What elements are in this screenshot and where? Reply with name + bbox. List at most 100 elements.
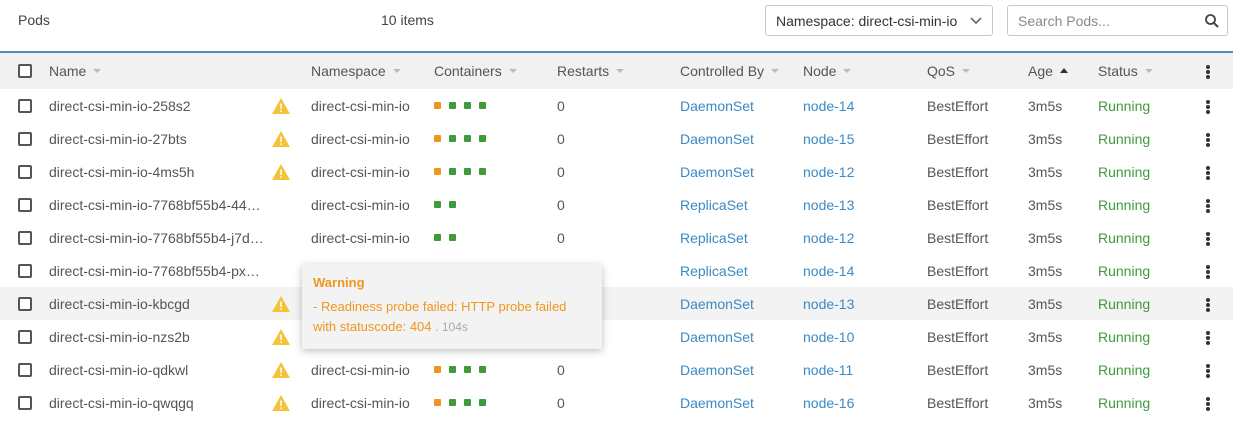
container-status-dot[interactable] <box>449 168 456 175</box>
container-status-dot[interactable] <box>449 399 456 406</box>
column-menu-icon[interactable] <box>1206 65 1210 79</box>
controlled-by-link[interactable]: DaemonSet <box>680 329 754 345</box>
container-status-dot[interactable] <box>464 135 471 142</box>
controlled-by-link[interactable]: DaemonSet <box>680 362 754 378</box>
search-box[interactable] <box>1007 5 1228 36</box>
node-link[interactable]: node-16 <box>803 395 854 411</box>
controlled-by-link[interactable]: DaemonSet <box>680 164 754 180</box>
node-link[interactable]: node-10 <box>803 329 854 345</box>
container-status-dot[interactable] <box>449 366 456 373</box>
row-menu-icon[interactable] <box>1206 364 1210 378</box>
row-checkbox[interactable] <box>18 132 32 146</box>
warning-icon[interactable] <box>271 295 291 313</box>
node-link[interactable]: node-15 <box>803 131 854 147</box>
container-status-dot[interactable] <box>479 366 486 373</box>
container-status-dot[interactable] <box>434 201 441 208</box>
search-icon[interactable] <box>1204 13 1220 29</box>
pod-name[interactable]: direct-csi-min-io-nzs2b <box>49 329 190 345</box>
column-header-namespace[interactable]: Namespace <box>311 63 401 79</box>
row-checkbox[interactable] <box>18 330 32 344</box>
warning-icon[interactable] <box>271 328 291 346</box>
node-link[interactable]: node-12 <box>803 230 854 246</box>
controlled-by-link[interactable]: DaemonSet <box>680 395 754 411</box>
container-status-dot[interactable] <box>464 102 471 109</box>
row-checkbox[interactable] <box>18 297 32 311</box>
namespace-select[interactable]: Namespace: direct-csi-min-io <box>765 5 993 36</box>
pod-name[interactable]: direct-csi-min-io-27bts <box>49 131 187 147</box>
column-header-controlled-by[interactable]: Controlled By <box>680 63 780 79</box>
table-row[interactable]: direct-csi-min-io-kbcgd DaemonSet node-13 B… <box>0 287 1233 320</box>
select-all-checkbox[interactable] <box>18 64 32 78</box>
pod-name[interactable]: direct-csi-min-io-7768bf55b4-j7d… <box>49 230 264 246</box>
column-header-node[interactable]: Node <box>803 63 852 79</box>
controlled-by-link[interactable]: DaemonSet <box>680 131 754 147</box>
row-menu-icon[interactable] <box>1206 100 1210 114</box>
column-header-containers[interactable]: Containers <box>434 63 517 79</box>
controlled-by-link[interactable]: ReplicaSet <box>680 230 748 246</box>
row-menu-icon[interactable] <box>1206 166 1210 180</box>
pod-name[interactable]: direct-csi-min-io-qwqgq <box>49 395 194 411</box>
pod-name[interactable]: direct-csi-min-io-7768bf55b4-px… <box>49 263 260 279</box>
warning-icon[interactable] <box>271 394 291 412</box>
container-status-dot[interactable] <box>464 399 471 406</box>
table-row[interactable]: direct-csi-min-io-qwqgq direct-csi-min-io… <box>0 386 1233 419</box>
container-status-dot[interactable] <box>434 168 441 175</box>
container-status-dot[interactable] <box>434 399 441 406</box>
row-checkbox[interactable] <box>18 165 32 179</box>
column-header-age[interactable]: Age <box>1028 63 1068 79</box>
row-checkbox[interactable] <box>18 198 32 212</box>
container-status-dot[interactable] <box>464 168 471 175</box>
container-status-dot[interactable] <box>479 135 486 142</box>
pod-name[interactable]: direct-csi-min-io-qdkwl <box>49 362 188 378</box>
table-row[interactable]: direct-csi-min-io-qdkwl direct-csi-min-io… <box>0 353 1233 386</box>
container-status-dot[interactable] <box>464 366 471 373</box>
controlled-by-link[interactable]: ReplicaSet <box>680 263 748 279</box>
container-status-dot[interactable] <box>479 168 486 175</box>
pod-name[interactable]: direct-csi-min-io-kbcgd <box>49 296 190 312</box>
node-link[interactable]: node-14 <box>803 98 854 114</box>
container-status-dot[interactable] <box>449 135 456 142</box>
warning-icon[interactable] <box>271 130 291 148</box>
container-status-dot[interactable] <box>434 234 441 241</box>
container-status-dot[interactable] <box>434 102 441 109</box>
container-status-dot[interactable] <box>434 366 441 373</box>
warning-icon[interactable] <box>271 163 291 181</box>
table-row[interactable]: direct-csi-min-io-7768bf55b4-px… ReplicaS… <box>0 254 1233 287</box>
column-header-restarts[interactable]: Restarts <box>557 63 625 79</box>
table-row[interactable]: direct-csi-min-io-4ms5h direct-csi-min-io… <box>0 155 1233 188</box>
row-menu-icon[interactable] <box>1206 298 1210 312</box>
table-row[interactable]: direct-csi-min-io-258s2 direct-csi-min-io… <box>0 89 1233 122</box>
row-menu-icon[interactable] <box>1206 232 1210 246</box>
pod-name[interactable]: direct-csi-min-io-4ms5h <box>49 164 194 180</box>
node-link[interactable]: node-13 <box>803 296 854 312</box>
node-link[interactable]: node-14 <box>803 263 854 279</box>
search-input[interactable] <box>1008 6 1198 35</box>
table-row[interactable]: direct-csi-min-io-7768bf55b4-44… direct-c… <box>0 188 1233 221</box>
container-status-dot[interactable] <box>449 201 456 208</box>
table-row[interactable]: direct-csi-min-io-27bts direct-csi-min-io… <box>0 122 1233 155</box>
row-menu-icon[interactable] <box>1206 133 1210 147</box>
row-menu-icon[interactable] <box>1206 199 1210 213</box>
container-status-dot[interactable] <box>479 399 486 406</box>
row-menu-icon[interactable] <box>1206 397 1210 411</box>
row-menu-icon[interactable] <box>1206 265 1210 279</box>
controlled-by-link[interactable]: DaemonSet <box>680 296 754 312</box>
pod-name[interactable]: direct-csi-min-io-258s2 <box>49 98 191 114</box>
table-row[interactable]: direct-csi-min-io-7768bf55b4-j7d… direct-… <box>0 221 1233 254</box>
row-menu-icon[interactable] <box>1206 331 1210 345</box>
controlled-by-link[interactable]: ReplicaSet <box>680 197 748 213</box>
container-status-dot[interactable] <box>449 234 456 241</box>
controlled-by-link[interactable]: DaemonSet <box>680 98 754 114</box>
node-link[interactable]: node-12 <box>803 164 854 180</box>
table-row[interactable]: direct-csi-min-io-nzs2b DaemonSet node-10 B… <box>0 320 1233 353</box>
container-status-dot[interactable] <box>479 102 486 109</box>
column-header-qos[interactable]: QoS <box>927 63 971 79</box>
row-checkbox[interactable] <box>18 231 32 245</box>
row-checkbox[interactable] <box>18 99 32 113</box>
row-checkbox[interactable] <box>18 363 32 377</box>
container-status-dot[interactable] <box>434 135 441 142</box>
warning-icon[interactable] <box>271 361 291 379</box>
container-status-dot[interactable] <box>449 102 456 109</box>
node-link[interactable]: node-13 <box>803 197 854 213</box>
column-header-status[interactable]: Status <box>1098 63 1153 79</box>
